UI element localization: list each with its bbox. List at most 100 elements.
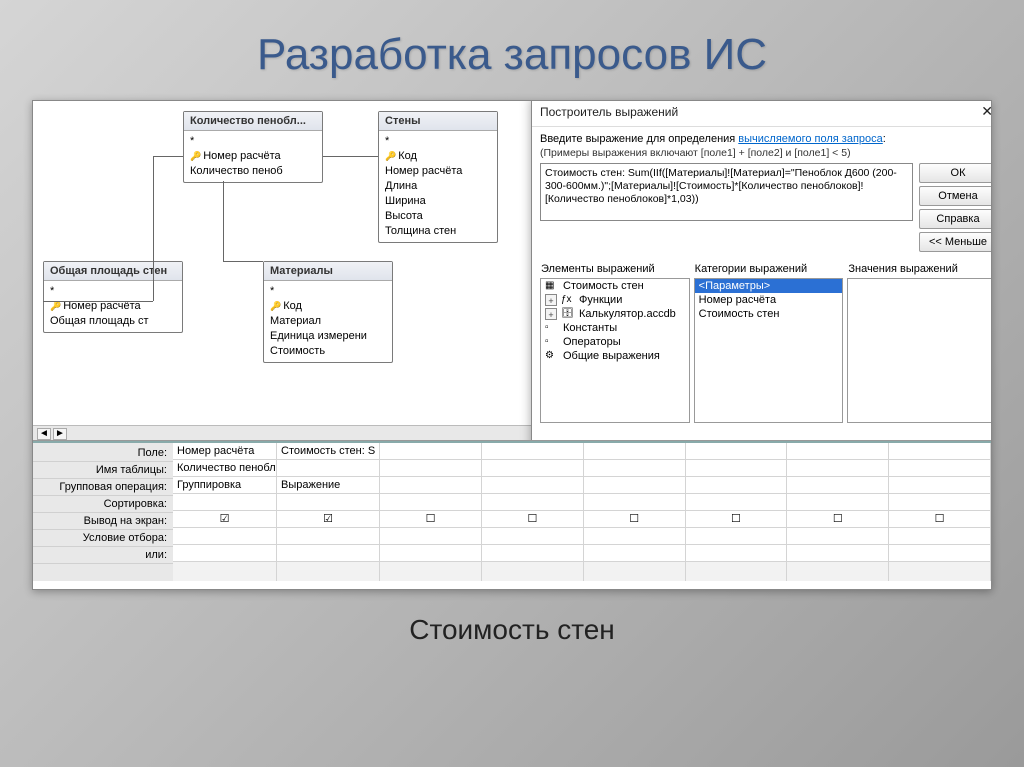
cell-show-checkbox[interactable]: ☐ — [787, 511, 888, 528]
list-item[interactable]: <Параметры> — [695, 279, 843, 293]
dialog-prompt: Введите выражение для определения вычисл… — [540, 133, 991, 145]
table-title: Количество пенобл... — [184, 112, 322, 131]
field[interactable]: Стоимость — [270, 344, 386, 359]
field-star[interactable]: * — [50, 284, 176, 299]
grid-column[interactable]: Номер расчёта Количество пенобло Группир… — [173, 443, 277, 581]
key-icon: 🔑 — [50, 301, 61, 311]
tree-item[interactable]: ▦Стоимость стен — [541, 279, 689, 293]
field[interactable]: Материал — [270, 314, 386, 329]
field[interactable]: Общая площадь ст — [50, 314, 176, 329]
const-icon: ▫ — [545, 322, 559, 334]
field[interactable]: Ширина — [385, 194, 491, 209]
cell-sort[interactable] — [277, 494, 379, 511]
cell-show-checkbox[interactable]: ☑ — [277, 511, 379, 528]
grid-row-labels: Поле: Имя таблицы: Групповая операция: С… — [33, 443, 173, 581]
expand-icon[interactable]: + — [545, 294, 557, 306]
label-sort: Сортировка: — [33, 496, 173, 513]
tree-item[interactable]: ▫Операторы — [541, 335, 689, 349]
table-walls[interactable]: Стены * 🔑Код Номер расчёта Длина Ширина … — [378, 111, 498, 243]
grid-column[interactable]: ☐ — [686, 443, 788, 581]
less-button[interactable]: << Меньше — [919, 232, 991, 252]
expand-icon[interactable]: + — [545, 308, 557, 320]
close-icon[interactable]: ✕ — [977, 103, 991, 120]
cell-show-checkbox[interactable]: ☑ — [173, 511, 276, 528]
table-quantity-penoblocks[interactable]: Количество пенобл... * 🔑Номер расчёта Ко… — [183, 111, 323, 183]
tree-item[interactable]: +ƒxФункции — [541, 293, 689, 307]
cell-field[interactable]: Номер расчёта — [173, 443, 276, 460]
field-pk[interactable]: 🔑Номер расчёта — [190, 149, 316, 164]
expression-textarea[interactable]: Стоимость стен: Sum(IIf([Материалы]![Мат… — [540, 163, 913, 221]
tree-item[interactable]: +🗄Калькулятор.accdb — [541, 307, 689, 321]
field-star[interactable]: * — [190, 134, 316, 149]
categories-pane-header: Категории выражений — [694, 262, 844, 276]
ops-icon: ▫ — [545, 336, 559, 348]
tree-item[interactable]: ⚙Общие выражения — [541, 349, 689, 363]
grid-column[interactable]: ☐ — [889, 443, 991, 581]
field[interactable]: Длина — [385, 179, 491, 194]
table-total-wall-area[interactable]: Общая площадь стен * 🔑Номер расчёта Обща… — [43, 261, 183, 333]
grid-column[interactable]: ☐ — [584, 443, 686, 581]
table-materials[interactable]: Материалы * 🔑Код Материал Единица измере… — [263, 261, 393, 363]
values-list[interactable] — [847, 278, 991, 423]
access-query-designer: Количество пенобл... * 🔑Номер расчёта Ко… — [32, 100, 992, 590]
calc-field-link[interactable]: вычисляемого поля запроса — [738, 133, 882, 145]
help-button[interactable]: Справка — [919, 209, 991, 229]
key-icon: 🔑 — [270, 301, 281, 311]
cell-or[interactable] — [277, 545, 379, 562]
field[interactable]: Номер расчёта — [385, 164, 491, 179]
scroll-left-icon[interactable]: ◄ — [37, 428, 51, 440]
cell-show-checkbox[interactable]: ☐ — [584, 511, 685, 528]
slide-title: Разработка запросов ИС — [0, 0, 1024, 100]
field-list[interactable]: * 🔑Номер расчёта Общая площадь ст — [44, 281, 182, 332]
cell-table[interactable]: Количество пенобло — [173, 460, 276, 477]
cell-show-checkbox[interactable]: ☐ — [380, 511, 481, 528]
ok-button[interactable]: ОК — [919, 163, 991, 183]
cell-show-checkbox[interactable]: ☐ — [686, 511, 787, 528]
elements-pane-header: Элементы выражений — [540, 262, 690, 276]
tree-item[interactable]: ▫Константы — [541, 321, 689, 335]
field-pk[interactable]: 🔑Код — [385, 149, 491, 164]
list-item[interactable]: Номер расчёта — [695, 293, 843, 307]
query-design-area[interactable]: Количество пенобл... * 🔑Номер расчёта Ко… — [33, 101, 991, 441]
field[interactable]: Количество пеноб — [190, 164, 316, 179]
grid-column[interactable]: ☐ — [482, 443, 584, 581]
table-title: Общая площадь стен — [44, 262, 182, 281]
dialog-titlebar: Построитель выражений ✕ — [532, 101, 991, 127]
cell-show-checkbox[interactable]: ☐ — [889, 511, 990, 528]
query-icon: ▦ — [545, 280, 559, 292]
field-list[interactable]: * 🔑Код Номер расчёта Длина Ширина Высота… — [379, 131, 497, 242]
table-title: Материалы — [264, 262, 392, 281]
scroll-right-icon[interactable]: ► — [53, 428, 67, 440]
query-grid[interactable]: Поле: Имя таблицы: Групповая операция: С… — [33, 441, 991, 581]
cell-table[interactable] — [277, 460, 379, 477]
list-item[interactable]: Стоимость стен — [695, 307, 843, 321]
fx-icon: ƒx — [561, 294, 575, 306]
common-icon: ⚙ — [545, 350, 559, 362]
label-table: Имя таблицы: — [33, 462, 173, 479]
field-star[interactable]: * — [270, 284, 386, 299]
field[interactable]: Толщина стен — [385, 224, 491, 239]
categories-list[interactable]: <Параметры> Номер расчёта Стоимость стен — [694, 278, 844, 423]
field-pk[interactable]: 🔑Код — [270, 299, 386, 314]
cell-groupop[interactable]: Выражение — [277, 477, 379, 494]
field[interactable]: Единица измерени — [270, 329, 386, 344]
grid-column[interactable]: ☐ — [380, 443, 482, 581]
field-list[interactable]: * 🔑Код Материал Единица измерени Стоимос… — [264, 281, 392, 362]
cell-or[interactable] — [173, 545, 276, 562]
cell-criteria[interactable] — [173, 528, 276, 545]
label-groupop: Групповая операция: — [33, 479, 173, 496]
grid-column[interactable]: Стоимость стен: S Выражение ☑ — [277, 443, 380, 581]
cell-show-checkbox[interactable]: ☐ — [482, 511, 583, 528]
elements-tree[interactable]: ▦Стоимость стен +ƒxФункции +🗄Калькулятор… — [540, 278, 690, 423]
cancel-button[interactable]: Отмена — [919, 186, 991, 206]
field-star[interactable]: * — [385, 134, 491, 149]
field-list[interactable]: * 🔑Номер расчёта Количество пеноб — [184, 131, 322, 182]
cell-field[interactable]: Стоимость стен: S — [277, 443, 379, 460]
label-or: или: — [33, 547, 173, 564]
grid-column[interactable]: ☐ — [787, 443, 889, 581]
cell-sort[interactable] — [173, 494, 276, 511]
cell-groupop[interactable]: Группировка — [173, 477, 276, 494]
field[interactable]: Высота — [385, 209, 491, 224]
key-icon: 🔑 — [190, 151, 201, 161]
cell-criteria[interactable] — [277, 528, 379, 545]
